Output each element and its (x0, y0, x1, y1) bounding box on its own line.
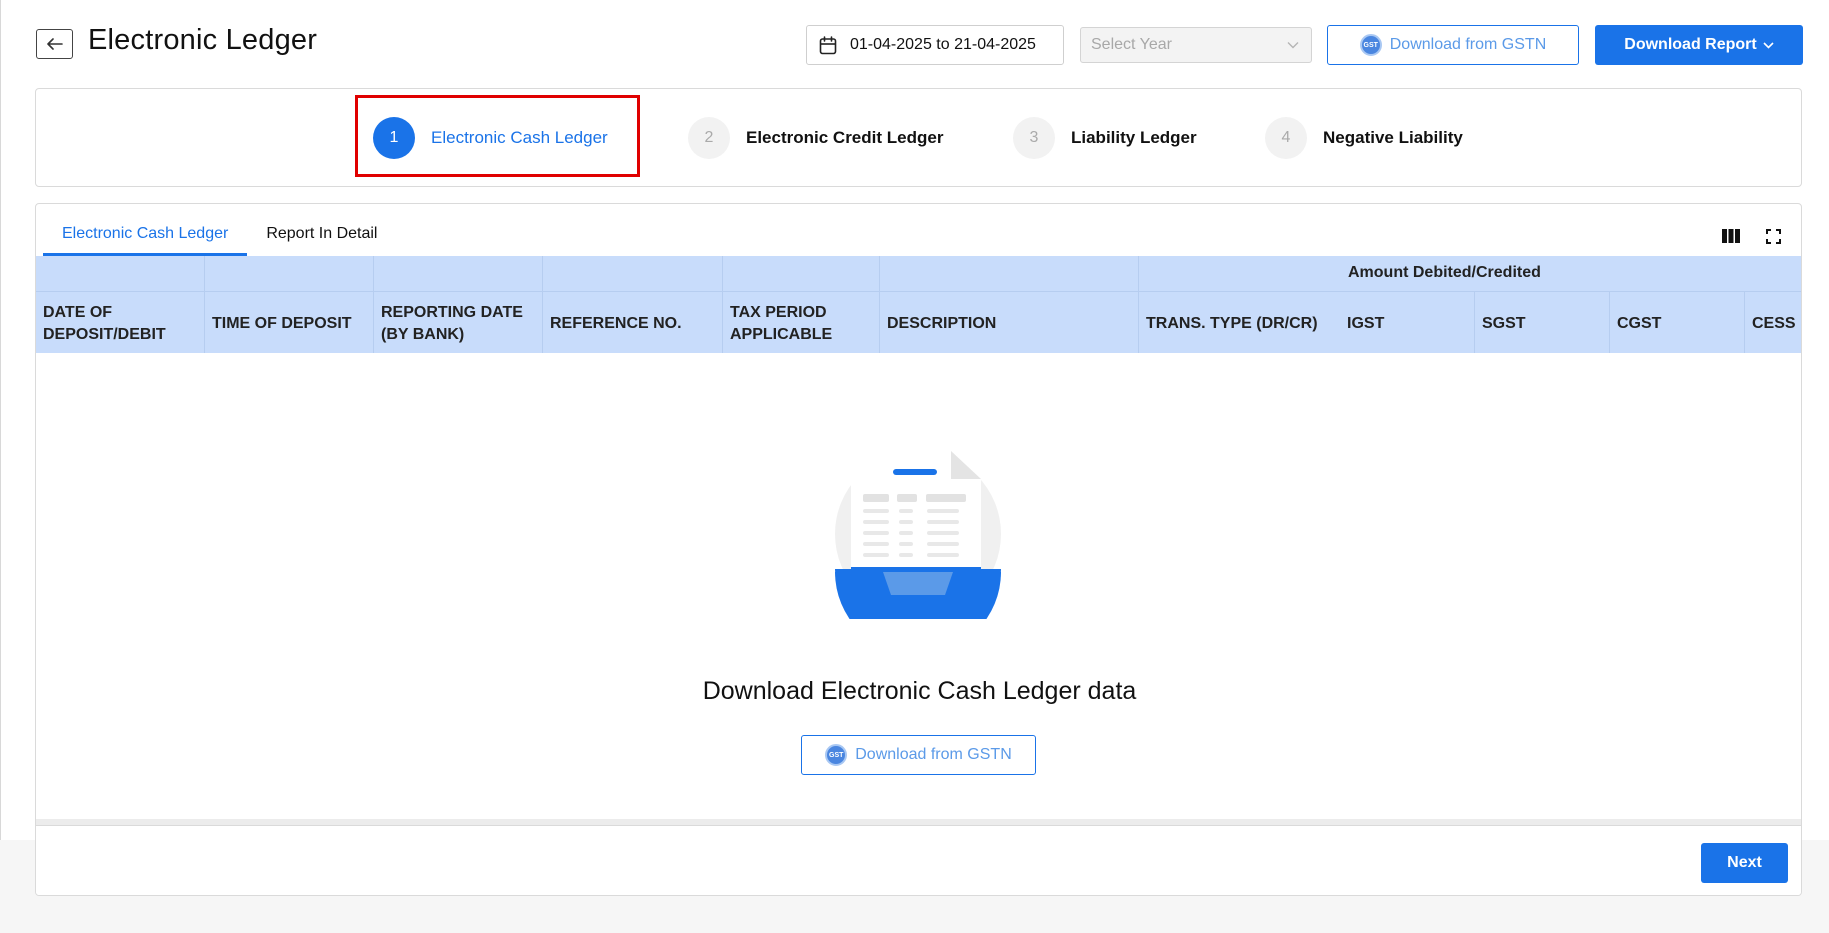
column-header-label: REFERENCE NO. (550, 315, 682, 332)
column-header-label: DESCRIPTION (887, 315, 997, 332)
empty-state-title: Download Electronic Cash Ledger data (702, 677, 1137, 705)
column-header[interactable]: CESS (1745, 292, 1801, 353)
column-header-label: TIME OF DEPOSIT (212, 315, 352, 332)
stepper: 1 Electronic Cash Ledger 2 Electronic Cr… (35, 88, 1802, 187)
column-header[interactable]: TAX PERIOD APPLICABLE (723, 256, 880, 353)
back-button[interactable] (36, 29, 73, 59)
step-number: 3 (1013, 117, 1055, 159)
download-from-gstn-label: Download from GSTN (1389, 36, 1547, 53)
column-header[interactable]: DATE OF DEPOSIT/DEBIT (36, 256, 205, 353)
column-header-label: REPORTING DATE (BY BANK) (381, 304, 523, 343)
group-header-amount: Amount Debited/Credited (1348, 264, 1541, 281)
table-tools (1721, 226, 1783, 246)
step-label: Liability Ledger (1071, 128, 1197, 147)
step-negative-liability[interactable]: 4 Negative Liability (1265, 117, 1463, 159)
chevron-down-icon (1763, 41, 1774, 49)
columns-icon[interactable] (1721, 226, 1741, 246)
column-header-label: TAX PERIOD APPLICABLE (730, 304, 833, 343)
step-electronic-cash-ledger[interactable]: 1 Electronic Cash Ledger (373, 117, 608, 159)
step-liability-ledger[interactable]: 3 Liability Ledger (1013, 117, 1197, 159)
empty-state: Download Electronic Cash Ledger data GST… (36, 353, 1801, 819)
gst-logo-icon: GST (825, 744, 848, 766)
year-select-placeholder: Select Year (1091, 36, 1172, 53)
empty-state-download-gstn-button[interactable]: GST Download from GSTN (801, 735, 1036, 775)
step-electronic-credit-ledger[interactable]: 2 Electronic Credit Ledger (688, 117, 943, 159)
chevron-down-icon (1287, 42, 1299, 49)
column-header-label: DATE OF DEPOSIT/DEBIT (43, 304, 166, 343)
column-header-label: CESS (1752, 315, 1796, 332)
column-header[interactable]: SGST (1475, 292, 1610, 353)
empty-state-download-gstn-label: Download from GSTN (855, 746, 1012, 763)
step-number: 4 (1265, 117, 1307, 159)
column-header[interactable]: TRANS. TYPE (DR/CR) (1139, 292, 1340, 353)
step-number: 2 (688, 117, 730, 159)
next-button[interactable]: Next (1701, 843, 1788, 883)
table-header: Amount Debited/Credited DATE OF DEPOSIT/… (36, 256, 1801, 353)
download-from-gstn-button[interactable]: GST Download from GSTN (1327, 25, 1579, 65)
calendar-icon (819, 35, 837, 54)
download-report-label: Download Report (1624, 36, 1757, 53)
tab-bar: Electronic Cash Ledger Report In Detail (43, 212, 397, 257)
year-select[interactable]: Select Year (1080, 27, 1312, 63)
step-label: Electronic Credit Ledger (746, 128, 944, 147)
step-label: Electronic Cash Ledger (431, 128, 608, 147)
date-range-value: 01-04-2025 to 21-04-2025 (850, 36, 1036, 53)
column-header[interactable]: REPORTING DATE (BY BANK) (374, 256, 543, 353)
step-label: Negative Liability (1323, 128, 1463, 147)
column-header[interactable]: TIME OF DEPOSIT (205, 256, 374, 353)
step-number: 1 (373, 117, 415, 159)
column-header-label: CGST (1617, 315, 1662, 332)
tab-report-in-detail[interactable]: Report In Detail (247, 212, 396, 256)
column-header[interactable]: DESCRIPTION (880, 256, 1139, 353)
tab-electronic-cash-ledger[interactable]: Electronic Cash Ledger (43, 212, 248, 256)
column-header[interactable]: CGST (1610, 292, 1745, 353)
fullscreen-icon[interactable] (1763, 226, 1783, 246)
column-header-label: SGST (1482, 315, 1526, 332)
card-footer: Next (36, 825, 1801, 895)
document-illustration-icon (835, 451, 1001, 619)
download-report-button[interactable]: Download Report (1595, 25, 1803, 65)
ledger-card: Electronic Cash Ledger Report In Detail … (35, 203, 1802, 896)
column-header[interactable]: IGST (1340, 292, 1475, 353)
column-header-label: TRANS. TYPE (DR/CR) (1146, 315, 1318, 332)
arrow-left-icon (46, 38, 63, 50)
page: Electronic Ledger 01-04-2025 to 21-04-20… (0, 0, 1829, 896)
column-header-label: IGST (1347, 315, 1385, 332)
date-range-picker[interactable]: 01-04-2025 to 21-04-2025 (806, 25, 1064, 65)
gst-logo-icon: GST (1359, 34, 1382, 56)
column-header[interactable]: REFERENCE NO. (543, 256, 723, 353)
page-title: Electronic Ledger (88, 24, 318, 56)
